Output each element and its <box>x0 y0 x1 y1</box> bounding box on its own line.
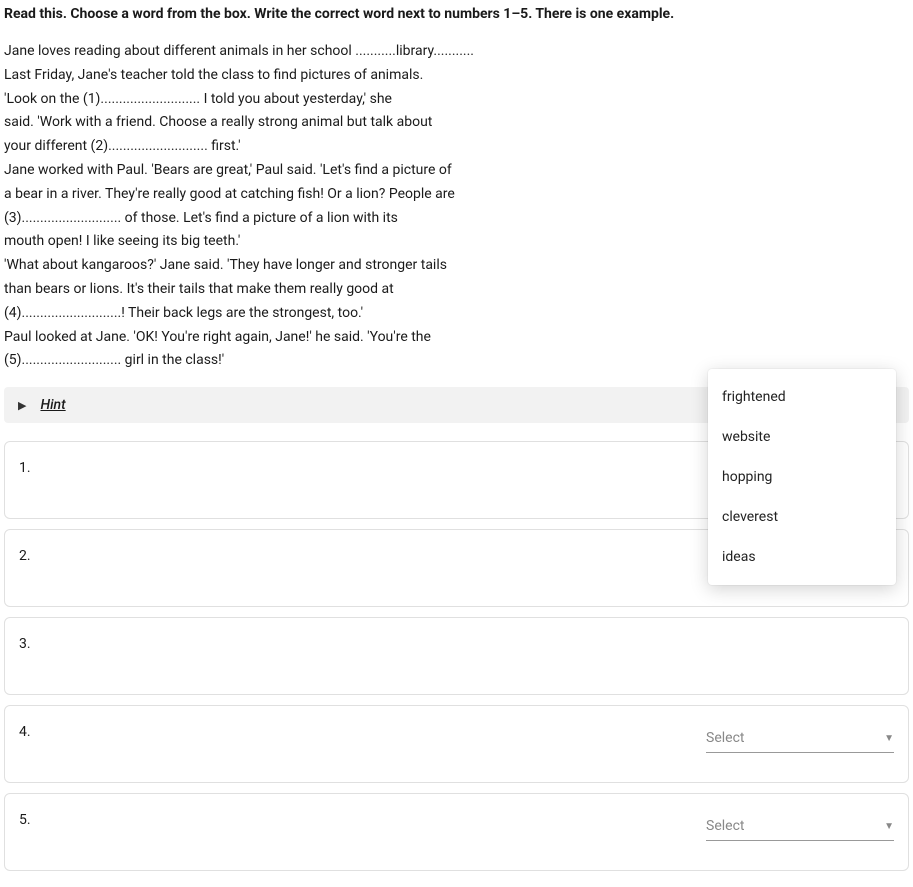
passage-line: 'Look on the (1)........................… <box>4 88 909 112</box>
passage-line: a bear in a river. They're really good a… <box>4 183 909 207</box>
dropdown-option-website[interactable]: website <box>708 417 896 457</box>
answer-select-5[interactable]: Select ▼ <box>706 814 894 841</box>
select-placeholder: Select <box>706 730 744 746</box>
passage-line: mouth open! I like seeing its big teeth.… <box>4 230 909 254</box>
hint-label: Hint <box>40 397 65 413</box>
question-number: 4. <box>19 724 31 740</box>
caret-down-icon: ▼ <box>884 733 894 744</box>
caret-down-icon: ▼ <box>884 821 894 832</box>
dropdown-option-cleverest[interactable]: cleverest <box>708 497 896 537</box>
passage-line: Paul looked at Jane. 'OK! You're right a… <box>4 326 909 350</box>
passage-line: Jane loves reading about different anima… <box>4 40 909 64</box>
answer-select-3[interactable]: Select ▼ <box>706 638 894 665</box>
question-number: 3. <box>19 636 31 652</box>
question-card-4: 4. Select ▼ <box>4 705 909 783</box>
chevron-right-icon: ▶ <box>18 399 26 412</box>
reading-passage: Jane loves reading about different anima… <box>4 40 909 373</box>
dropdown-menu: frightened website hopping cleverest ide… <box>708 369 896 585</box>
answer-select-4[interactable]: Select ▼ <box>706 726 894 753</box>
select-placeholder: Select <box>706 818 744 834</box>
question-card-5: 5. Select ▼ <box>4 793 909 871</box>
question-card-3: 3. Select ▼ <box>4 617 909 695</box>
question-number: 5. <box>19 812 31 828</box>
question-number: 1. <box>19 460 31 476</box>
instructions-text: Read this. Choose a word from the box. W… <box>4 6 909 22</box>
question-number: 2. <box>19 548 31 564</box>
passage-line: Jane worked with Paul. 'Bears are great,… <box>4 159 909 183</box>
dropdown-option-ideas[interactable]: ideas <box>708 537 896 577</box>
dropdown-option-hopping[interactable]: hopping <box>708 457 896 497</box>
passage-line: than bears or lions. It's their tails th… <box>4 278 909 302</box>
passage-line: said. 'Work with a friend. Choose a real… <box>4 111 909 135</box>
dropdown-option-frightened[interactable]: frightened <box>708 377 896 417</box>
passage-line: (3)........................... of those.… <box>4 207 909 231</box>
passage-line: (4)...........................! Their ba… <box>4 302 909 326</box>
passage-line: Last Friday, Jane's teacher told the cla… <box>4 64 909 88</box>
passage-line: your different (2)......................… <box>4 135 909 159</box>
passage-line: 'What about kangaroos?' Jane said. 'They… <box>4 254 909 278</box>
